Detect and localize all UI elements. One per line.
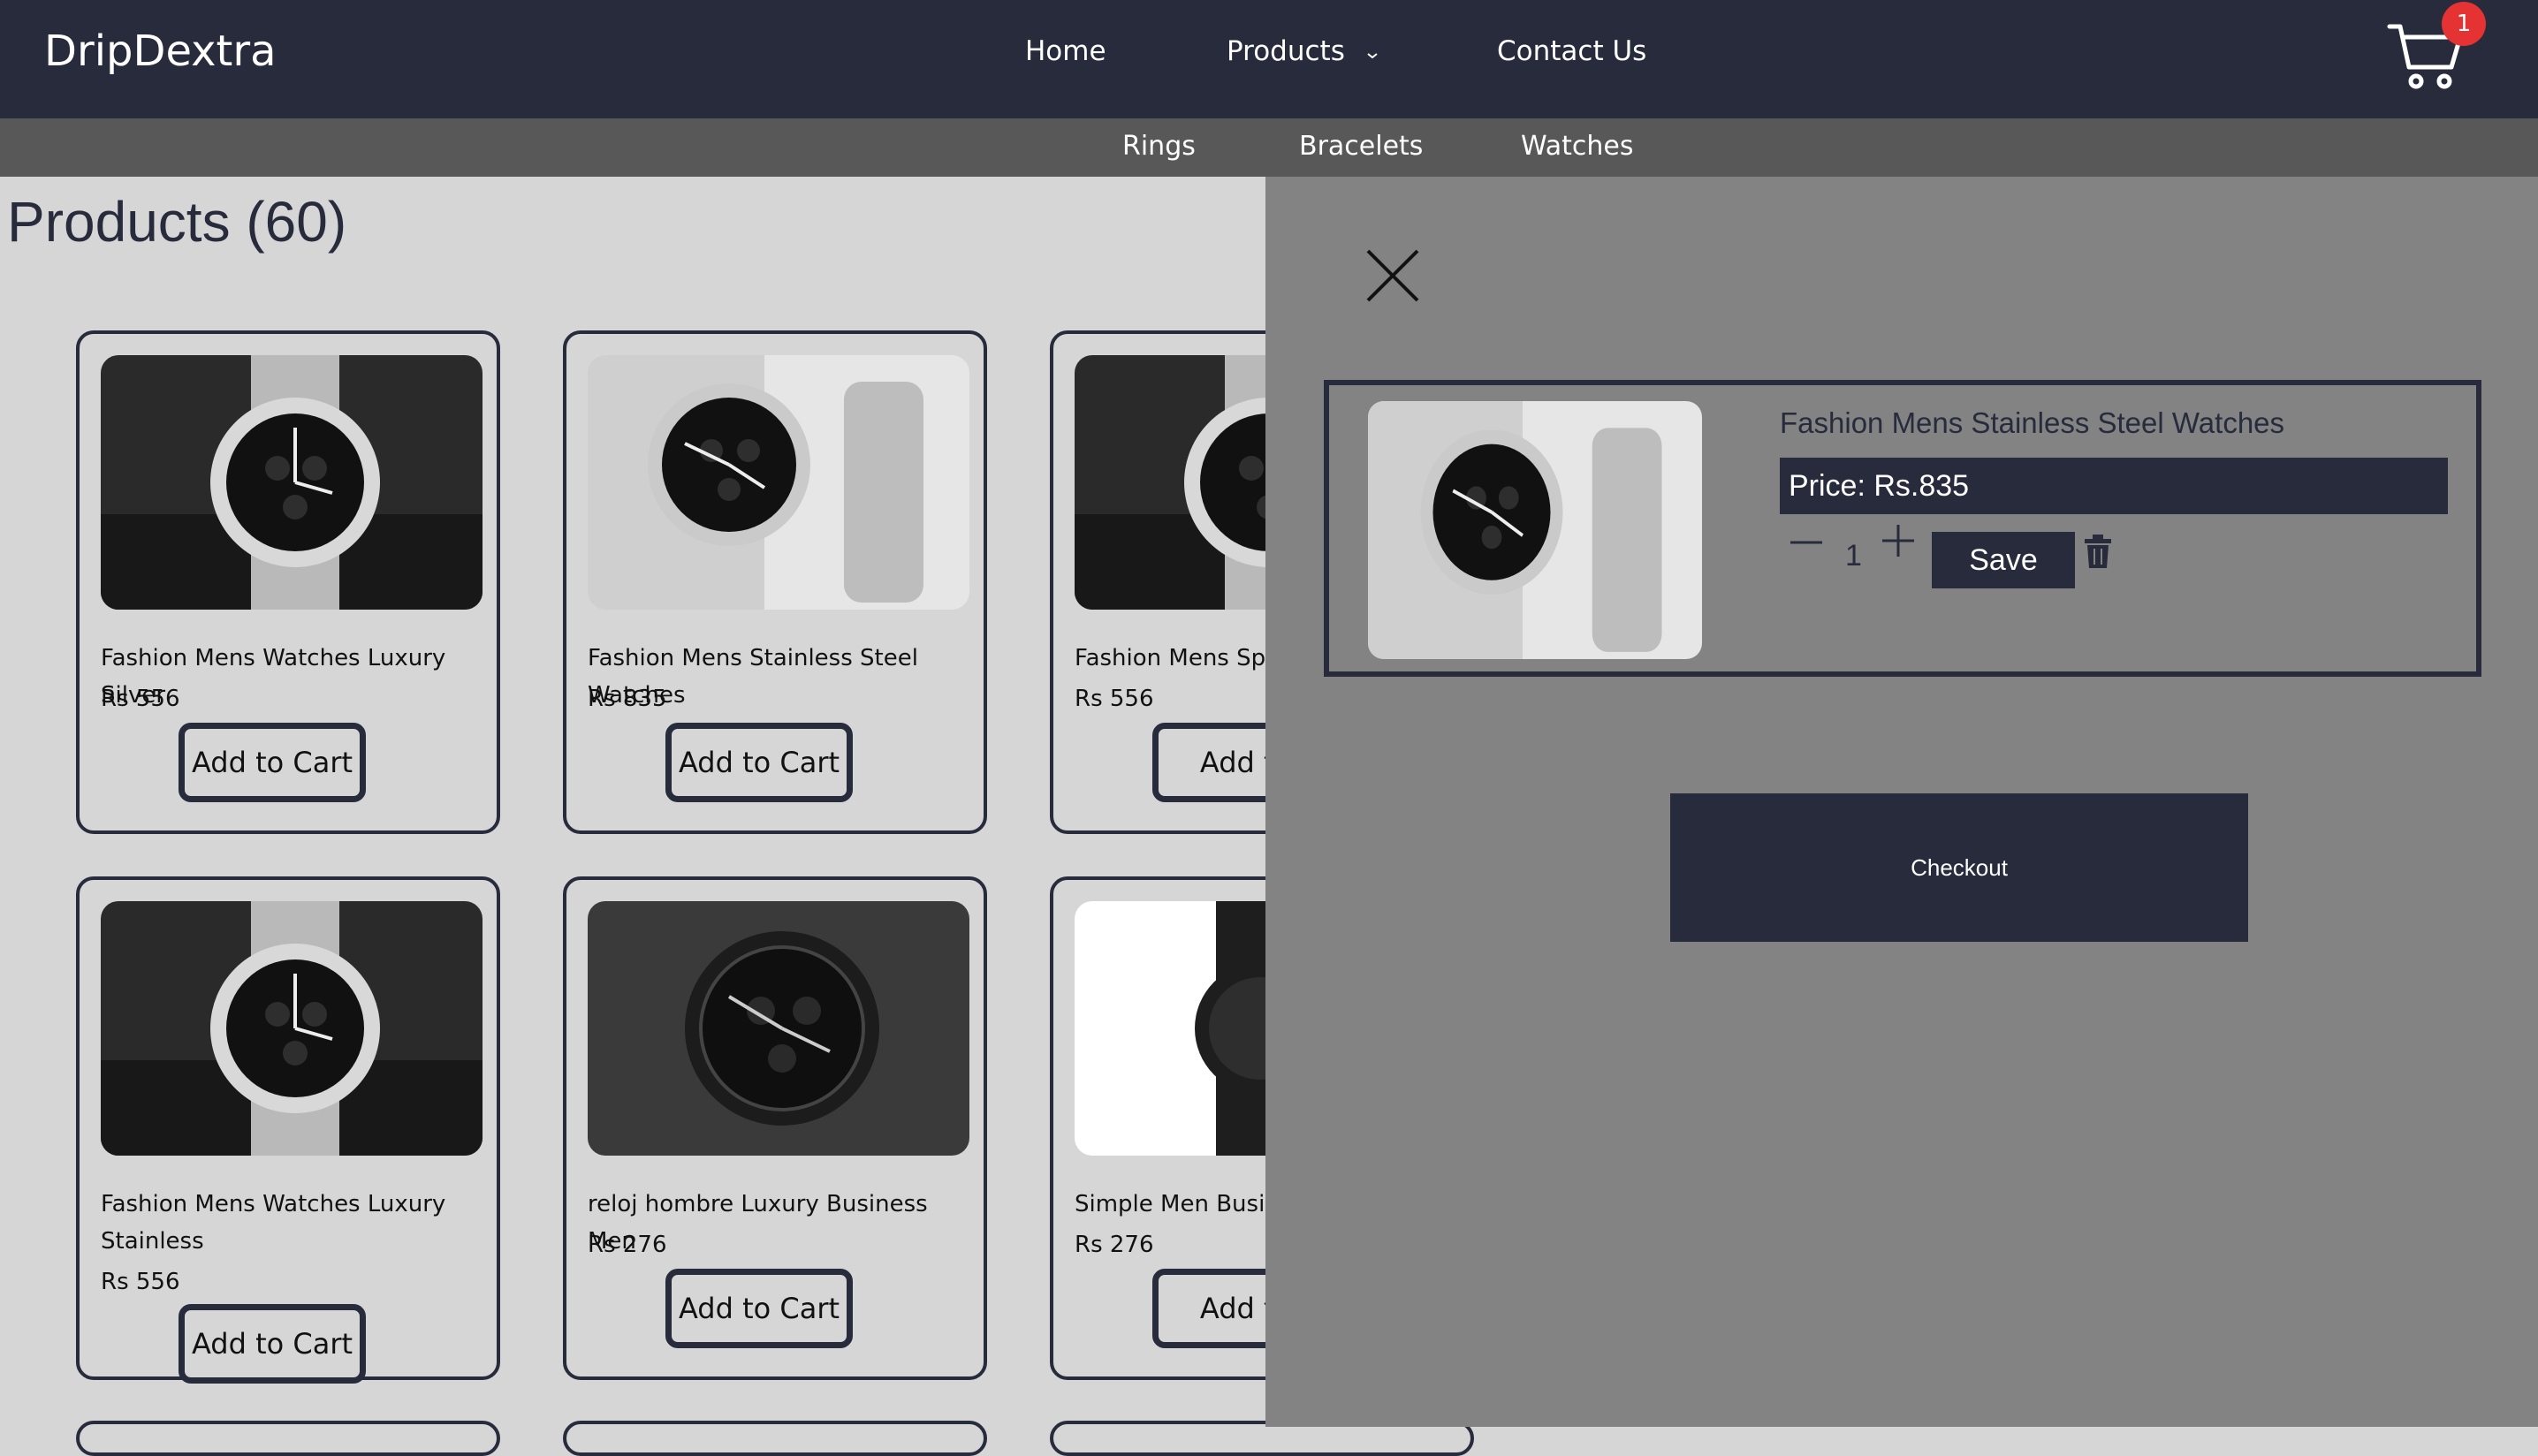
page-title: Products (60): [7, 190, 347, 254]
nav-products-label: Products: [1227, 35, 1345, 67]
product-price: Rs 556: [1075, 686, 1154, 712]
product-card[interactable]: reloj hombre Luxury Business Men Rs 276 …: [563, 876, 987, 1380]
product-price: Rs 276: [588, 1232, 667, 1258]
nav-home[interactable]: Home: [1025, 35, 1106, 67]
category-subnav: Rings Bracelets Watches: [0, 118, 2538, 177]
top-navbar: DripDextra Home Products Contact Us 1: [0, 0, 2538, 118]
product-card[interactable]: [76, 1421, 500, 1456]
minus-icon[interactable]: [1789, 525, 1824, 560]
cart-item-image: [1368, 401, 1702, 659]
product-name: Fashion Mens Watches Luxury Stainless: [101, 1191, 446, 1255]
chevron-down-icon: [1367, 53, 1378, 59]
add-to-cart-button[interactable]: Add to Cart: [665, 723, 853, 802]
product-price: Rs 556: [101, 686, 180, 712]
cart-item-price: Price: Rs.835: [1780, 458, 2448, 514]
product-card[interactable]: [563, 1421, 987, 1456]
nav-products[interactable]: Products: [1227, 35, 1379, 67]
plus-icon[interactable]: [1881, 523, 1916, 558]
product-image[interactable]: [588, 901, 969, 1156]
add-to-cart-button[interactable]: Add to Cart: [179, 723, 366, 802]
product-card[interactable]: Fashion Mens Stainless Steel Watches Rs …: [563, 330, 987, 834]
product-card[interactable]: Fashion Mens Watches Luxury Stainless Rs…: [76, 876, 500, 1384]
cart-count-badge: 1: [2442, 2, 2486, 46]
add-to-cart-button[interactable]: Add to Cart: [179, 1304, 366, 1384]
product-price: Rs 835: [588, 686, 667, 712]
checkout-button[interactable]: Checkout: [1670, 793, 2248, 942]
product-image[interactable]: [588, 355, 969, 610]
save-button[interactable]: Save: [1932, 532, 2075, 588]
product-price: Rs 556: [101, 1269, 180, 1295]
product-card[interactable]: Fashion Mens Watches Luxury Silver Rs 55…: [76, 330, 500, 834]
cart-drawer: Fashion Mens Stainless Steel Watches Pri…: [1265, 177, 2538, 1427]
cart-item: Fashion Mens Stainless Steel Watches Pri…: [1324, 380, 2481, 677]
cart-item-name: Fashion Mens Stainless Steel Watches: [1780, 406, 2285, 439]
brand-logo[interactable]: DripDextra: [44, 27, 277, 76]
product-price: Rs 276: [1075, 1232, 1154, 1258]
subnav-bracelets[interactable]: Bracelets: [1299, 131, 1423, 162]
subnav-rings[interactable]: Rings: [1122, 131, 1196, 162]
trash-icon[interactable]: [2084, 534, 2112, 569]
quantity-value: 1: [1845, 539, 1862, 573]
close-icon[interactable]: [1364, 247, 1421, 304]
product-image[interactable]: [101, 901, 483, 1156]
add-to-cart-button[interactable]: Add to Cart: [665, 1269, 853, 1348]
nav-contact[interactable]: Contact Us: [1497, 35, 1646, 67]
product-image[interactable]: [101, 355, 483, 610]
subnav-watches[interactable]: Watches: [1521, 131, 1634, 162]
